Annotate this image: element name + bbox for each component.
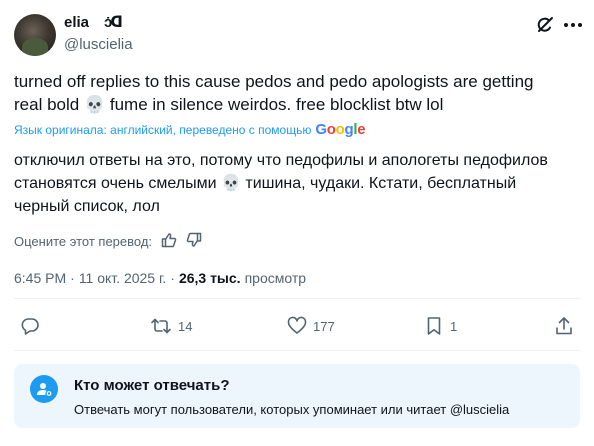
- rate-translation: Оцените этот перевод:: [14, 232, 202, 251]
- tweet-text: turned off replies to this cause pedos a…: [14, 70, 579, 116]
- bookmark-count: 1: [450, 318, 458, 334]
- tweet-text-line-1: turned off replies to this cause pedos a…: [14, 72, 534, 91]
- skull-emoji: 💀: [83, 95, 106, 114]
- meta-separator: ·: [170, 270, 175, 286]
- user-mention-icon: [30, 375, 58, 403]
- more-options-icon[interactable]: [562, 14, 584, 36]
- google-logo: Google: [315, 121, 366, 138]
- translated-text-part: становятся очень смелыми: [14, 175, 217, 192]
- retweet-count: 14: [178, 318, 193, 334]
- views-count: 26,3 тыс.: [178, 270, 241, 286]
- retweet-icon: [151, 318, 171, 334]
- share-button[interactable]: [554, 316, 574, 336]
- translated-text: отключил ответы на это, потому что педоф…: [14, 149, 579, 218]
- grok-icon[interactable]: [534, 14, 556, 36]
- reply-settings-title: Кто может отвечать?: [74, 377, 230, 394]
- reply-settings-description: Отвечать могут пользователи, которых упо…: [74, 402, 510, 417]
- tweet-text-part: real bold: [14, 95, 80, 114]
- views-label: просмотр: [244, 270, 307, 286]
- name-emoji: ɔ̇ᗡ: [104, 14, 123, 31]
- tweet-text-line-2: real bold 💀 fume in silence weirdos. fre…: [14, 93, 579, 116]
- bookmark-icon: [427, 317, 441, 335]
- bookmark-button[interactable]: 1: [424, 316, 457, 336]
- reply-button[interactable]: [20, 316, 40, 336]
- like-count: 177: [313, 318, 335, 334]
- share-icon: [556, 317, 572, 335]
- translated-line-2: становятся очень смелыми 💀 тишина, чудак…: [14, 172, 579, 195]
- avatar[interactable]: [14, 14, 56, 56]
- handle[interactable]: @luscielia: [64, 36, 133, 53]
- heart-icon: [287, 316, 307, 334]
- tweet-time[interactable]: 6:45 PM: [14, 270, 66, 286]
- tweet-meta: 6:45 PM · 11 окт. 2025 г. · 26,3 тыс. пр…: [14, 270, 306, 286]
- rate-label: Оцените этот перевод:: [14, 234, 153, 249]
- divider: [14, 350, 580, 351]
- translation-meta-label: Язык оригинала: английский, переведено с…: [14, 122, 312, 137]
- translation-attribution[interactable]: Язык оригинала: английский, переведено с…: [14, 121, 366, 138]
- skull-emoji: 💀: [221, 175, 241, 192]
- tweet-text-part: fume in silence weirdos. free blocklist …: [109, 95, 444, 114]
- reply-icon: [21, 318, 39, 335]
- retweet-button[interactable]: 14: [150, 316, 192, 336]
- reply-restriction-notice: Кто может отвечать? Отвечать могут польз…: [14, 364, 580, 428]
- like-button[interactable]: 177: [287, 316, 335, 336]
- thumbs-down-icon[interactable]: [186, 232, 202, 251]
- tweet-date[interactable]: 11 окт. 2025 г.: [79, 270, 166, 286]
- translated-line-3: черный список, лол: [14, 198, 160, 215]
- translated-text-part: тишина, чудаки. Кстати, бесплатный: [245, 175, 517, 192]
- divider: [14, 298, 580, 299]
- thumbs-up-icon[interactable]: [161, 232, 177, 251]
- translated-line-1: отключил ответы на это, потому что педоф…: [14, 152, 548, 169]
- display-name[interactable]: elia: [64, 14, 89, 31]
- meta-separator: ·: [70, 270, 75, 286]
